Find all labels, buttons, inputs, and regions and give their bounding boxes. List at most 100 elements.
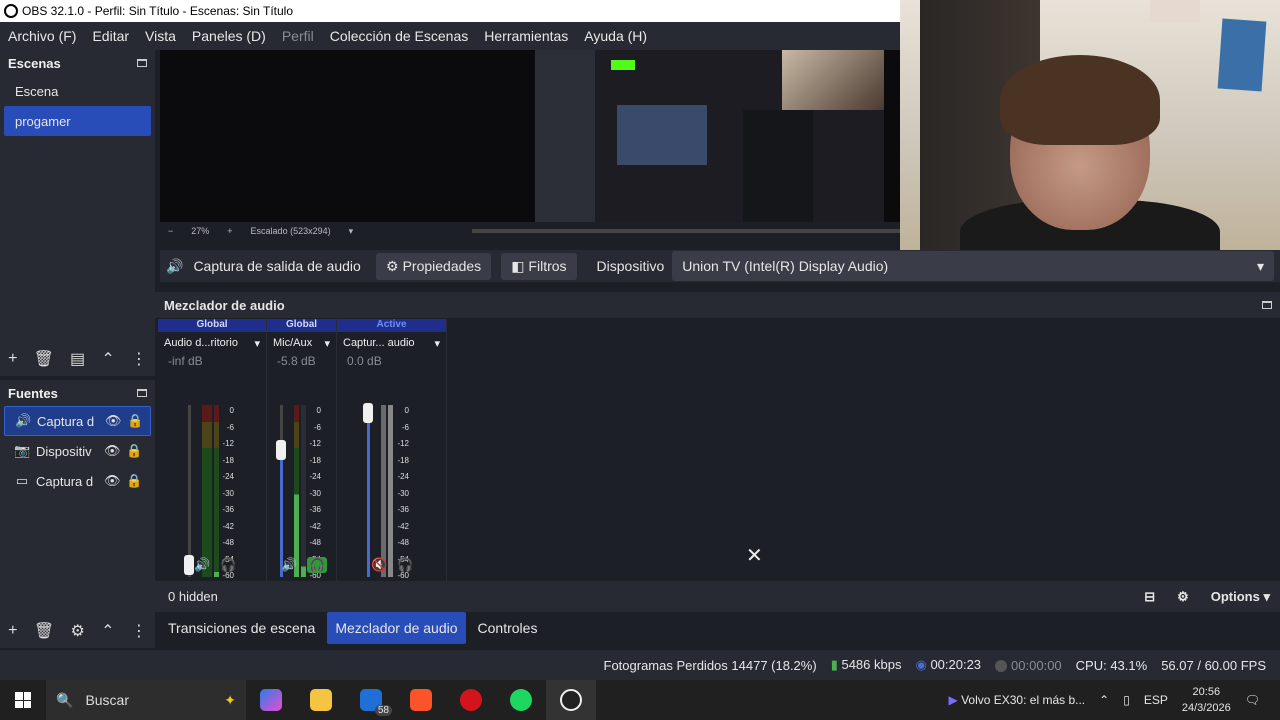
volume-fader-knob[interactable] <box>276 440 286 460</box>
scene-item-selected[interactable]: progamer <box>4 106 151 136</box>
mixer-title: Mezclador de audio <box>164 297 285 313</box>
speaker-muted-icon[interactable]: 🔇 <box>371 557 387 573</box>
move-up-icon[interactable]: ⌃ <box>101 349 114 369</box>
advanced-settings-icon[interactable]: ⚙ <box>1177 589 1189 605</box>
chevron-down-icon: ▾ <box>254 337 260 350</box>
speaker-icon[interactable]: 🔊 <box>194 557 210 573</box>
undock-icon[interactable] <box>137 59 147 67</box>
layout-icon[interactable]: ⊟ <box>1144 589 1155 605</box>
chevron-down-icon: ▾ <box>434 337 440 350</box>
undock-icon[interactable] <box>137 389 147 397</box>
menu-herramientas[interactable]: Herramientas <box>476 28 576 44</box>
clock[interactable]: 20:56 24/3/2026 <box>1182 684 1231 716</box>
more-icon[interactable]: ⋮ <box>131 621 147 641</box>
properties-label: Propiedades <box>402 258 482 274</box>
menu-coleccion[interactable]: Colección de Escenas <box>322 28 477 44</box>
adobe-app[interactable] <box>446 680 496 720</box>
speaker-icon[interactable]: 🔊 <box>281 557 297 573</box>
device-label: Dispositivo <box>596 258 665 274</box>
preview-zoom-bar: − 27% + Escalado (523x294) ▾ <box>160 222 900 240</box>
menu-paneles[interactable]: Paneles (D) <box>184 28 274 44</box>
bitrate: ▮ 5486 kbps <box>830 657 902 672</box>
level-meter <box>381 405 386 577</box>
camera-icon: 📷 <box>14 443 31 458</box>
mixer-channel: Global Audio d...ritorio ▾ -inf dB 0 -6 -1… <box>158 319 267 581</box>
tab-controls[interactable]: Controles <box>470 612 546 644</box>
scene-filters-icon[interactable]: ▤ <box>70 349 85 369</box>
scenes-toolbar: + 🗑 ▤ ⌃ ⋮ <box>0 342 155 376</box>
zoom-in-button[interactable]: + <box>227 226 232 236</box>
spotify-app[interactable] <box>496 680 546 720</box>
undock-icon[interactable] <box>1262 301 1272 309</box>
menu-archivo[interactable]: Archivo (F) <box>0 28 84 44</box>
headphones-icon[interactable]: 🎧 <box>220 557 236 573</box>
taskbar-search[interactable]: 🔍 Buscar ✦ <box>46 680 246 720</box>
add-scene-icon[interactable]: + <box>8 350 17 368</box>
filters-label: Filtros <box>528 258 567 274</box>
eye-icon[interactable]: 👁 <box>104 473 121 489</box>
tab-transitions[interactable]: Transiciones de escena <box>160 612 323 644</box>
source-item-audio-capture[interactable]: 🔊 Captura d 👁 🔒 <box>4 406 151 436</box>
channel-name-dropdown[interactable]: Captur... audio ▾ <box>337 332 446 354</box>
lock-icon[interactable]: 🔒 <box>126 473 142 489</box>
volume-fader-track[interactable] <box>280 405 283 577</box>
volume-fader-knob[interactable] <box>363 403 373 423</box>
lock-icon[interactable]: 🔒 <box>127 413 143 429</box>
properties-button[interactable]: ⚙ Propiedades <box>376 252 492 280</box>
source-item-display-capture[interactable]: ▭ Captura d 👁 🔒 <box>4 466 151 496</box>
menu-editar[interactable]: Editar <box>84 28 137 44</box>
mixer-footer-controls: ⊟ ⚙ Options ▾ <box>1144 589 1280 605</box>
channel-badge: Global <box>158 319 266 332</box>
notifications-icon[interactable]: 🗨 <box>1245 693 1260 707</box>
eye-icon[interactable]: 👁 <box>104 443 121 459</box>
remove-scene-icon[interactable]: 🗑 <box>34 349 54 369</box>
menu-perfil[interactable]: Perfil <box>274 28 322 44</box>
eye-icon[interactable]: 👁 <box>105 413 122 429</box>
headphones-icon[interactable]: 🎧 <box>307 557 328 573</box>
preview-canvas[interactable] <box>160 50 900 222</box>
lock-icon[interactable]: 🔒 <box>126 443 142 459</box>
add-source-icon[interactable]: + <box>8 622 17 640</box>
media-widget[interactable]: ▶ Volvo EX30: el más b... <box>948 693 1085 707</box>
signal-icon: ▮ <box>830 657 838 672</box>
headphones-icon[interactable]: 🎧 <box>397 557 413 573</box>
volume-fader-track[interactable] <box>367 405 370 577</box>
options-button[interactable]: Options ▾ <box>1211 589 1270 605</box>
channel-name-dropdown[interactable]: Audio d...ritorio ▾ <box>158 332 266 354</box>
scene-item[interactable]: Escena <box>4 76 151 106</box>
channel-name-dropdown[interactable]: Mic/Aux ▾ <box>267 332 336 354</box>
obs-app[interactable] <box>546 680 596 720</box>
copilot-app[interactable] <box>246 680 296 720</box>
preview-scrollbar[interactable] <box>472 229 900 233</box>
stream-time: ◉ 00:20:23 <box>915 657 982 672</box>
sources-toolbar: + 🗑 ⚙ ⌃ ⋮ <box>0 614 155 648</box>
brave-app[interactable] <box>396 680 446 720</box>
volume-fader-knob[interactable] <box>184 555 194 575</box>
menu-bar: Archivo (F) Editar Vista Paneles (D) Per… <box>0 22 900 50</box>
channel-badge: Global <box>267 319 336 332</box>
more-icon[interactable]: ⋮ <box>131 349 147 369</box>
device-select[interactable]: Union TV (Intel(R) Display Audio) ▾ <box>672 251 1274 281</box>
device-icon[interactable]: ▯ <box>1123 693 1130 707</box>
chevron-down-icon[interactable]: ▾ <box>349 226 354 237</box>
close-icon[interactable]: ✕ <box>746 543 763 568</box>
file-explorer-app[interactable] <box>296 680 346 720</box>
menu-ayuda[interactable]: Ayuda (H) <box>576 28 655 44</box>
zoom-out-button[interactable]: − <box>168 226 173 236</box>
search-icon: 🔍 <box>56 691 74 708</box>
mail-app[interactable]: 58 <box>346 680 396 720</box>
volume-fader-track[interactable] <box>188 405 191 577</box>
language-indicator[interactable]: ESP <box>1144 693 1168 707</box>
source-item-device[interactable]: 📷 Dispositiv 👁 🔒 <box>4 436 151 466</box>
filters-button[interactable]: ◧ Filtros <box>501 252 577 280</box>
menu-vista[interactable]: Vista <box>137 28 184 44</box>
remove-source-icon[interactable]: 🗑 <box>34 621 54 641</box>
scenes-dock: Escenas Escena progamer + 🗑 ▤ ⌃ ⋮ <box>0 50 155 376</box>
move-up-icon[interactable]: ⌃ <box>101 621 114 641</box>
record-time: 00:00:00 <box>995 658 1062 673</box>
tab-audio-mixer[interactable]: Mezclador de audio <box>327 612 466 644</box>
chevron-up-icon[interactable]: ⌃ <box>1099 693 1109 707</box>
clock-date: 24/3/2026 <box>1181 702 1231 714</box>
gear-icon[interactable]: ⚙ <box>70 621 84 641</box>
start-button[interactable] <box>0 680 46 720</box>
